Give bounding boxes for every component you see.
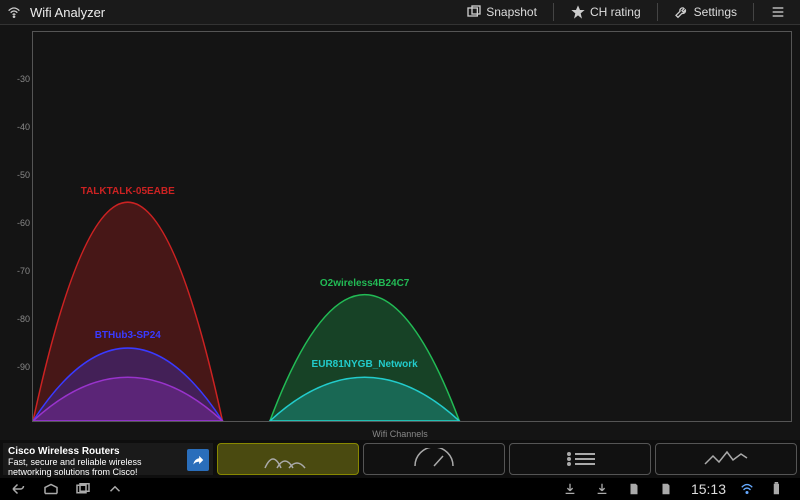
chrating-button[interactable]: CH rating [562,1,649,23]
y-tick: -30 [17,74,30,84]
view-switcher: Cisco Wireless Routers Fast, secure and … [0,440,800,478]
network-label: EUR81NYGB_Network [312,359,418,370]
expand-button[interactable] [106,482,124,496]
ad-share-button[interactable] [187,449,209,471]
gauge-icon [409,448,459,470]
app-title: Wifi Analyzer [30,5,105,20]
recent-apps-button[interactable] [74,482,92,496]
chart-area: Signal Strength [dBm] -30-40-50-60-70-80… [0,25,800,440]
clock: 15:13 [691,481,726,497]
tab-time-graph[interactable] [363,443,505,475]
x-axis-label: Wifi Channels [372,429,428,439]
home-button[interactable] [42,482,60,496]
wifi-icon [6,4,22,20]
settings-button[interactable]: Settings [666,1,745,23]
y-tick: -70 [17,266,30,276]
menu-icon [770,4,786,20]
channel-graph-icon [263,448,313,470]
network-label: BTHub3-SP24 [95,330,161,341]
y-tick: -50 [17,170,30,180]
tab-channel-list[interactable] [509,443,651,475]
settings-label: Settings [694,5,737,19]
divider [753,3,754,21]
y-tick: -90 [17,362,30,372]
snapshot-icon [466,4,482,20]
divider [657,3,658,21]
divider [553,3,554,21]
star-icon [570,4,586,20]
app-root: Wifi Analyzer Snapshot CH rating Setting… [0,0,800,500]
chart-plot: 1234567891011121314TALKTALK-05EABEBTHub3… [32,31,792,422]
battery-icon [772,482,790,496]
sd-card-icon [627,482,645,496]
tab-channel-graph[interactable] [217,443,359,475]
download-icon [563,482,581,496]
ad-banner[interactable]: Cisco Wireless Routers Fast, secure and … [3,443,213,475]
menu-button[interactable] [762,1,794,23]
y-tick: -80 [17,314,30,324]
tab-signal-graph[interactable] [655,443,797,475]
line-chart-icon [701,448,751,470]
wifi-status-icon [740,482,758,496]
sd-card-icon [659,482,677,496]
y-axis-ticks: -30 -40 -50 -60 -70 -80 -90 [0,25,32,440]
wrench-icon [674,4,690,20]
ad-body: Fast, secure and reliable wireless netwo… [8,457,142,477]
network-label: O2wireless4B24C7 [320,278,410,289]
network-label: TALKTALK-05EABE [81,186,175,197]
list-icon [555,448,605,470]
chrating-label: CH rating [590,5,641,19]
back-button[interactable] [10,482,28,496]
snapshot-label: Snapshot [486,5,537,19]
ad-title: Cisco Wireless Routers [8,446,185,457]
system-nav-bar: 15:13 [0,478,800,500]
app-topbar: Wifi Analyzer Snapshot CH rating Setting… [0,0,800,25]
download-icon [595,482,613,496]
snapshot-button[interactable]: Snapshot [458,1,545,23]
y-tick: -60 [17,218,30,228]
y-tick: -40 [17,122,30,132]
